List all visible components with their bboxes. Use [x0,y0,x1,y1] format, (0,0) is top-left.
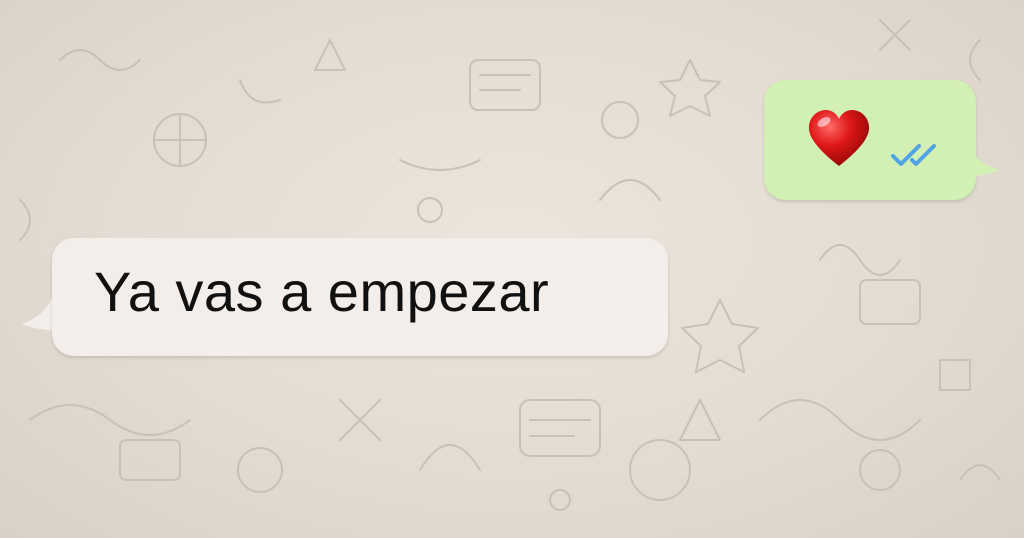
red-heart-emoji-icon [808,110,870,166]
outgoing-bubble-tail [950,148,1000,178]
double-check-read-icon [891,144,936,166]
outgoing-message-bubble[interactable] [764,80,976,200]
incoming-message-text: Ya vas a empezar [94,260,550,323]
incoming-message-bubble[interactable]: Ya vas a empezar [52,238,668,356]
